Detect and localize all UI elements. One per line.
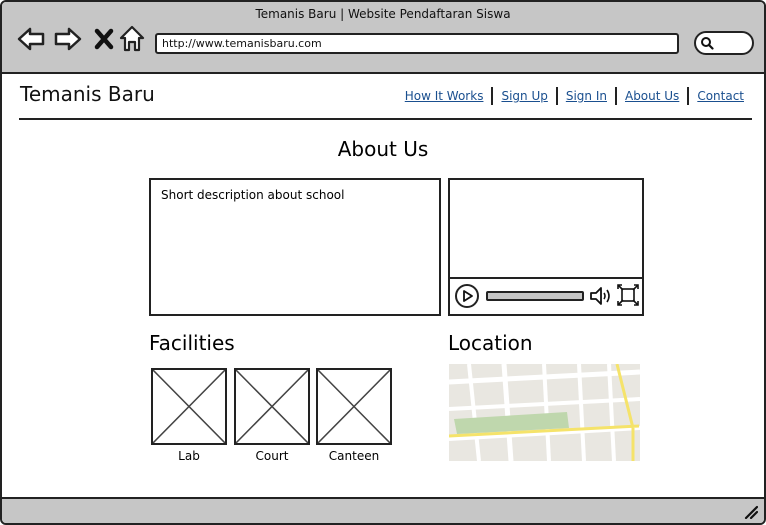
nav-link-about-us[interactable]: About Us bbox=[617, 89, 687, 103]
header-divider bbox=[19, 118, 752, 120]
page-heading: About Us bbox=[337, 137, 429, 161]
school-description: Short description about school bbox=[149, 178, 441, 316]
video-seek-bar[interactable] bbox=[486, 291, 584, 301]
home-icon[interactable] bbox=[118, 24, 148, 54]
facility-image-canteen[interactable] bbox=[316, 368, 392, 445]
location-map[interactable] bbox=[449, 364, 640, 461]
fullscreen-icon[interactable] bbox=[616, 283, 640, 307]
site-title: Temanis Baru bbox=[20, 82, 155, 106]
main-nav: How It Works Sign Up Sign In About Us Co… bbox=[397, 87, 752, 105]
facility-label-lab: Lab bbox=[178, 449, 200, 463]
url-input[interactable]: http://www.temanisbaru.com bbox=[155, 33, 679, 54]
facilities-heading: Facilities bbox=[149, 331, 235, 355]
facility-label-court: Court bbox=[255, 449, 289, 463]
browser-status-bar bbox=[2, 497, 764, 523]
nav-link-contact[interactable]: Contact bbox=[689, 89, 752, 103]
facility-image-lab[interactable] bbox=[151, 368, 227, 445]
close-x-icon[interactable] bbox=[89, 24, 119, 54]
browser-chrome: Temanis Baru | Website Pendaftaran Siswa… bbox=[2, 2, 764, 74]
resize-handle-icon[interactable] bbox=[742, 503, 758, 519]
nav-link-sign-up[interactable]: Sign Up bbox=[493, 89, 555, 103]
search-icon bbox=[701, 37, 714, 50]
play-icon[interactable] bbox=[455, 284, 479, 308]
video-controls bbox=[450, 277, 642, 314]
facility-image-court[interactable] bbox=[234, 368, 310, 445]
location-heading: Location bbox=[448, 331, 533, 355]
volume-icon[interactable] bbox=[589, 284, 613, 308]
facility-label-canteen: Canteen bbox=[328, 449, 380, 463]
forward-arrow-icon[interactable] bbox=[53, 24, 83, 54]
video-player[interactable] bbox=[448, 178, 644, 316]
browser-search-field[interactable] bbox=[694, 31, 754, 55]
nav-link-how-it-works[interactable]: How It Works bbox=[397, 89, 492, 103]
window-title: Temanis Baru | Website Pendaftaran Siswa bbox=[255, 7, 511, 21]
browser-window: Temanis Baru | Website Pendaftaran Siswa… bbox=[0, 0, 766, 525]
description-text: Short description about school bbox=[161, 188, 345, 202]
back-arrow-icon[interactable] bbox=[16, 24, 46, 54]
nav-link-sign-in[interactable]: Sign In bbox=[558, 89, 615, 103]
